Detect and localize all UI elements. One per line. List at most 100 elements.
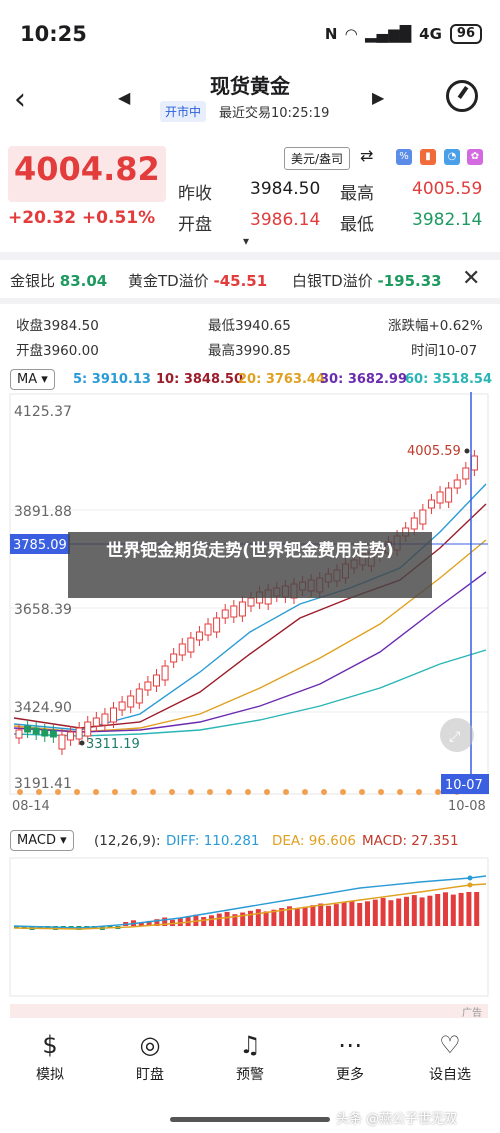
x-end-label: 10-08 (448, 799, 486, 814)
candle-body (127, 695, 135, 708)
ma-select[interactable]: MA ▾ (10, 369, 55, 390)
candle-body (110, 707, 118, 723)
status-icons: N ◠ ▂▄▆█ 4G 96 (325, 24, 482, 44)
ma5-value: 5: 3910.13 (73, 372, 151, 387)
event-dot (226, 789, 232, 795)
macd-bar (458, 892, 464, 926)
nav-alert[interactable]: ♫ 预警 (200, 1030, 300, 1084)
macd-dea: DEA: 96.606 (272, 833, 356, 849)
candle-body (213, 617, 221, 633)
max-marker (464, 448, 470, 454)
low-label: 最低 (340, 215, 374, 235)
macd-bar (380, 897, 386, 926)
event-dot (112, 789, 118, 795)
gold-silver-label: 金银比 (10, 272, 56, 290)
ma30-value: 30: 3682.99 (320, 372, 408, 387)
macd-bar (333, 904, 339, 926)
cursor-date: 10-07 (445, 778, 483, 793)
event-dot (207, 789, 213, 795)
event-dot (416, 789, 422, 795)
silver-td-value: -195.33 (377, 272, 442, 290)
low-value: 3982.14 (412, 210, 483, 230)
settings-icon[interactable]: ✿ (467, 149, 483, 165)
home-indicator[interactable] (170, 1117, 330, 1122)
open-value: 3986.14 (250, 210, 321, 230)
nav-watch[interactable]: ◎ 盯盘 (100, 1030, 200, 1084)
macd-bar (450, 894, 456, 926)
candlestick-chart[interactable]: 4125.37 3891.88 3658.39 3424.90 3191.41 … (0, 392, 500, 822)
x-start-label: 08-14 (12, 799, 50, 814)
close-icon[interactable]: ✕ (462, 266, 480, 291)
min-marker (79, 740, 85, 746)
candle-body (170, 653, 178, 663)
nav-more[interactable]: ⋯ 更多 (300, 1030, 400, 1084)
candle-body (67, 731, 75, 741)
next-instrument-icon[interactable]: ▶ (372, 88, 384, 107)
candle-body (410, 517, 418, 530)
candle-body (92, 717, 100, 727)
current-price: 4004.82 (14, 150, 160, 188)
nav-options-label: 设自选 (429, 1067, 471, 1083)
candle-body (187, 637, 195, 653)
ad-strip (10, 1004, 488, 1018)
macd-bar (209, 915, 214, 926)
macd-bar (404, 896, 409, 926)
prev-close-value: 3984.50 (250, 179, 321, 199)
dea-marker (467, 882, 473, 888)
nav-simulate[interactable]: $ 模拟 (0, 1030, 100, 1084)
candle-body (84, 721, 92, 737)
y-tick-2: 3891.88 (14, 504, 72, 520)
macd-chart[interactable]: 广告 (0, 856, 500, 1022)
market-status-badge: 开市中 (160, 101, 207, 122)
event-dot (302, 789, 308, 795)
percent-icon[interactable]: % (396, 149, 412, 165)
ma20-value: 20: 3763.44 (238, 372, 326, 387)
candle-body (470, 455, 478, 471)
heart-plus-icon: ♡ (439, 1031, 461, 1059)
candle-body (436, 491, 444, 504)
macd-bar (240, 912, 246, 926)
swap-icon[interactable]: ⇄ (360, 146, 373, 165)
event-dot (340, 789, 346, 795)
macd-value: MACD: 27.351 (362, 833, 459, 849)
macd-bar (201, 917, 207, 926)
nav-options[interactable]: ♡ 设自选 (400, 1030, 500, 1084)
silver-td-label: 白银TD溢价 (292, 272, 373, 290)
wifi-icon: ◠ (345, 25, 357, 43)
candle-body (462, 467, 470, 480)
macd-bar (419, 897, 425, 926)
chevron-down-icon[interactable]: ▾ (243, 234, 249, 248)
min-price-label: 3311.19 (86, 737, 140, 752)
refresh-icon[interactable] (446, 80, 478, 112)
macd-bar (466, 892, 472, 926)
divider (0, 252, 500, 260)
candle-body (178, 643, 186, 656)
candle-body (75, 727, 83, 740)
info-high: 最高3990.85 (208, 343, 291, 359)
bell-icon: ♫ (239, 1031, 261, 1059)
macd-bar (365, 901, 370, 926)
event-dot (397, 789, 403, 795)
candle-body (152, 674, 160, 687)
candle-body (41, 729, 49, 737)
event-dot (245, 789, 251, 795)
high-value: 4005.59 (412, 179, 483, 199)
nav-watch-label: 盯盘 (136, 1067, 164, 1083)
candle-body (161, 665, 169, 681)
cursor-price: 3785.09 (13, 538, 67, 553)
candle-body (204, 623, 212, 636)
candle-body (118, 701, 126, 711)
macd-frame (9, 857, 489, 997)
macd-select[interactable]: MACD ▾ (10, 830, 74, 851)
macd-bar (263, 911, 269, 926)
macd-bar (341, 902, 347, 926)
more-icon: ⋯ (338, 1031, 362, 1059)
candle-icon[interactable]: ▮ (420, 149, 436, 165)
unit-select[interactable]: 美元/盎司 (284, 147, 351, 170)
candle-body (32, 727, 40, 735)
macd-bar (294, 908, 300, 926)
y-tick-3: 3658.39 (14, 602, 72, 618)
pie-icon[interactable]: ◔ (444, 149, 460, 165)
macd-bar (248, 910, 253, 926)
event-dot (264, 789, 270, 795)
